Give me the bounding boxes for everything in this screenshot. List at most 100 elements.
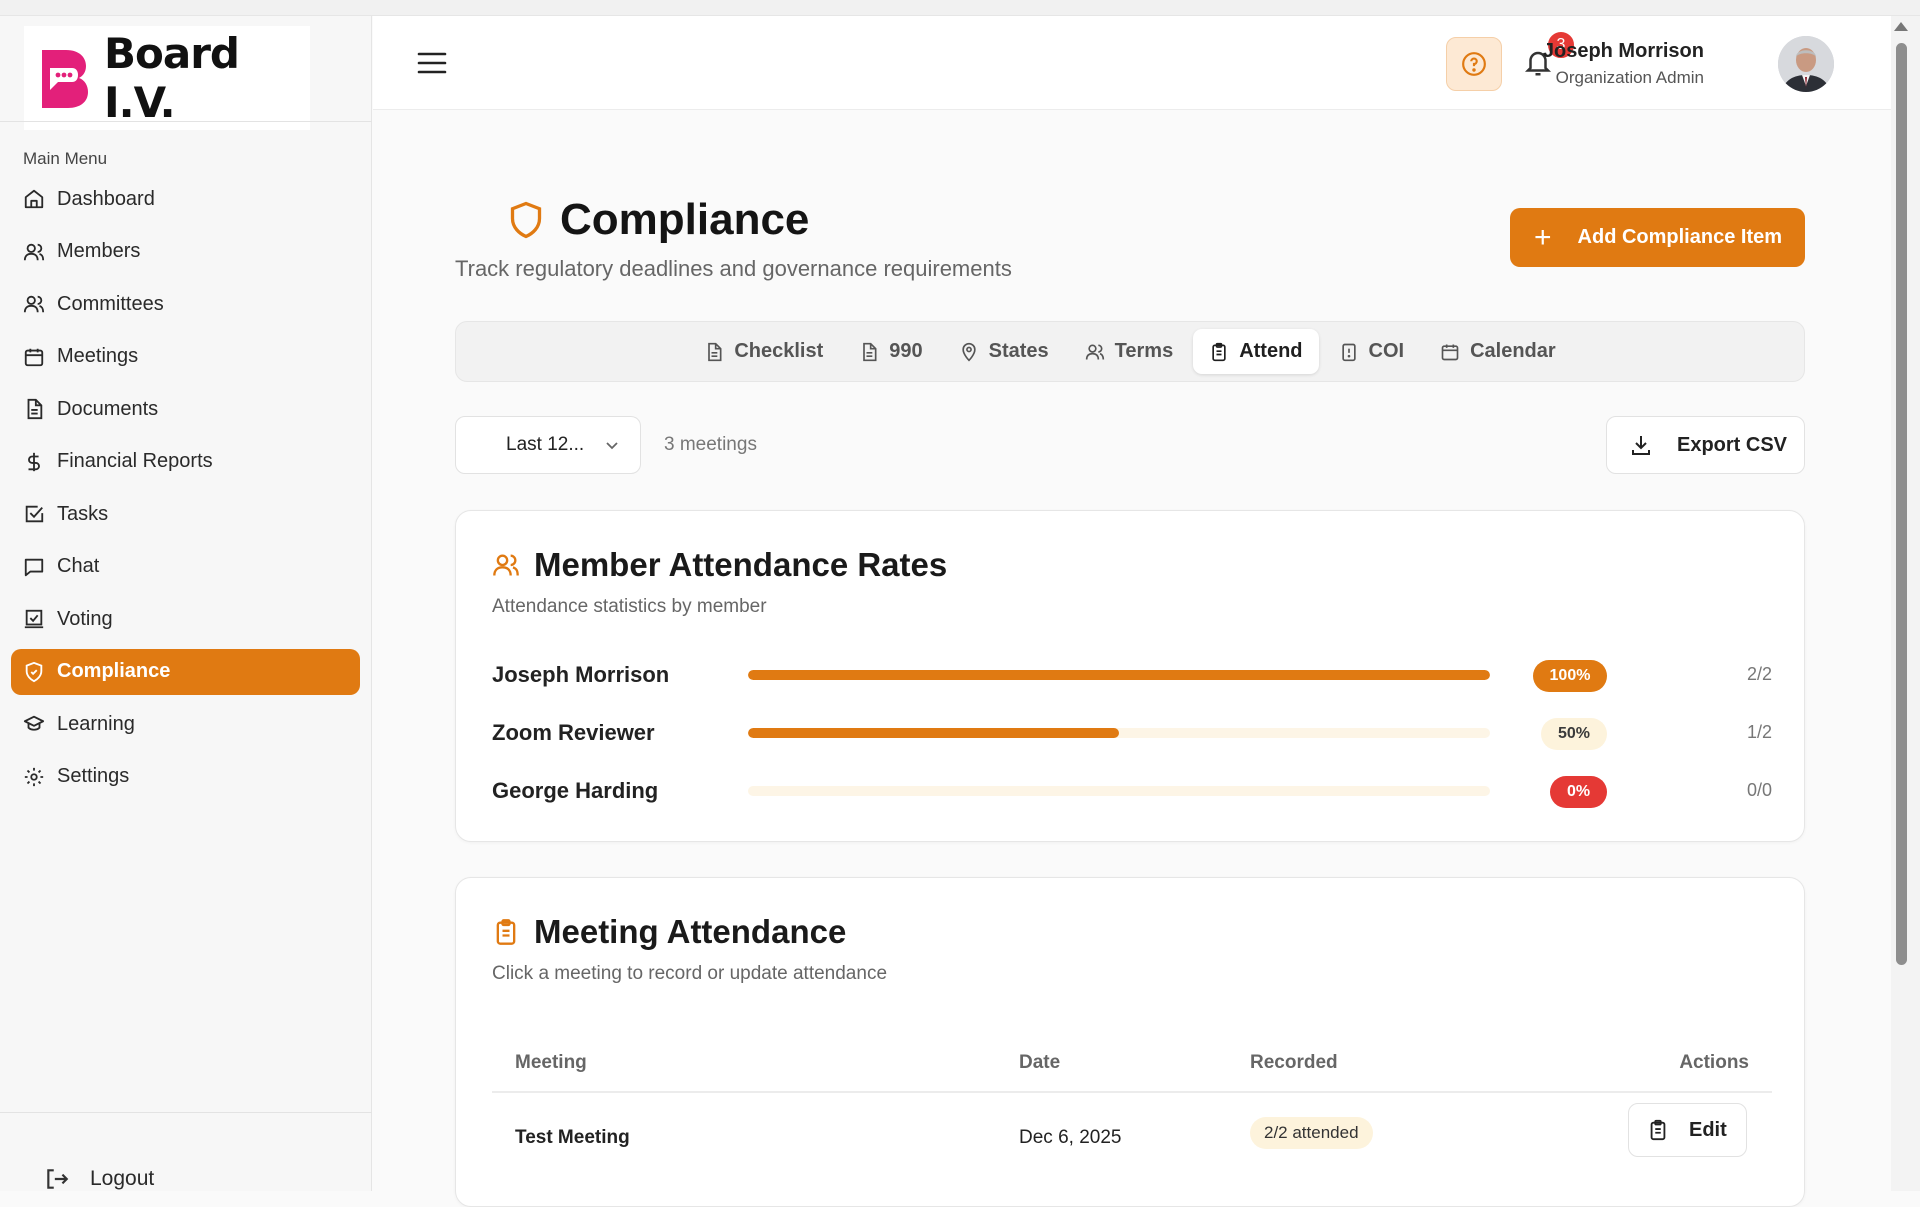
shield-icon bbox=[510, 201, 542, 239]
document-icon bbox=[863, 342, 877, 361]
card-title: Meeting Attendance bbox=[492, 913, 846, 951]
card-subtitle: Click a meeting to record or update atte… bbox=[492, 963, 888, 984]
sidebar-item-label: Committees bbox=[57, 292, 164, 315]
page-title: Compliance bbox=[508, 195, 809, 245]
sidebar-item-financial-reports[interactable]: Financial Reports bbox=[11, 439, 360, 485]
member-attendance-card: Member Attendance Rates Attendance stati… bbox=[455, 510, 1805, 842]
scroll-up-arrow[interactable] bbox=[1894, 22, 1908, 31]
meeting-attendance-card: Meeting Attendance Click a meeting to re… bbox=[455, 877, 1805, 1207]
sidebar-item-learning[interactable]: Learning bbox=[11, 701, 360, 747]
add-compliance-item-button[interactable]: + Add Compliance Item bbox=[1510, 208, 1805, 267]
tab-990[interactable]: 990 bbox=[843, 329, 938, 374]
gear-icon bbox=[24, 767, 44, 786]
hamburger-menu-icon[interactable] bbox=[417, 50, 447, 76]
sidebar-item-tasks[interactable]: Tasks bbox=[11, 491, 360, 537]
sidebar-item-label: Chat bbox=[57, 555, 100, 577]
attendance-ratio: 1/2 bbox=[1746, 722, 1772, 742]
sidebar-item-label: Voting bbox=[57, 607, 113, 630]
users-icon bbox=[23, 295, 45, 313]
sidebar-bottom-divider bbox=[0, 1112, 372, 1113]
dollar-icon bbox=[28, 452, 40, 471]
sidebar-item-meetings[interactable]: Meetings bbox=[11, 334, 360, 380]
sidebar-item-documents[interactable]: Documents bbox=[11, 386, 360, 432]
compliance-tabs: Checklist 990 States Terms Attend COI Ca… bbox=[455, 321, 1805, 382]
logout-icon bbox=[47, 1169, 69, 1189]
tab-label: COI bbox=[1368, 340, 1405, 362]
clipboard-icon bbox=[1212, 342, 1226, 361]
alert-file-icon bbox=[1341, 343, 1356, 361]
attendance-rate-pill: 100% bbox=[1533, 660, 1607, 692]
meeting-date: Dec 6, 2025 bbox=[1019, 1127, 1122, 1148]
sidebar-item-compliance[interactable]: Compliance bbox=[11, 648, 360, 695]
tab-checklist[interactable]: Checklist bbox=[688, 329, 839, 374]
member-name: George Harding bbox=[492, 778, 659, 803]
shield-icon bbox=[25, 661, 43, 682]
download-icon bbox=[1632, 436, 1650, 455]
attendance-ratio: 0/0 bbox=[1746, 780, 1772, 800]
sidebar-item-label: Learning bbox=[57, 712, 135, 735]
attendance-rate-pill: 0% bbox=[1550, 776, 1607, 808]
member-name: Zoom Reviewer bbox=[492, 720, 655, 745]
column-header-meeting[interactable]: Meeting bbox=[515, 1052, 587, 1074]
attendance-bar bbox=[748, 670, 1490, 680]
edit-attendance-button[interactable]: Edit bbox=[1628, 1103, 1747, 1157]
help-button[interactable] bbox=[1446, 37, 1502, 91]
brand-logo-mark bbox=[36, 46, 90, 110]
table-row[interactable]: Test Meeting Dec 6, 2025 2/2 attended Ed… bbox=[492, 1098, 1772, 1178]
card-subtitle: Attendance statistics by member bbox=[492, 596, 767, 617]
tab-label: Terms bbox=[1114, 340, 1174, 362]
attendance-ratio: 2/2 bbox=[1746, 664, 1772, 684]
sidebar-item-settings[interactable]: Settings bbox=[11, 754, 360, 800]
sidebar-divider bbox=[0, 121, 372, 122]
column-header-date[interactable]: Date bbox=[1019, 1052, 1060, 1074]
sidebar-item-label: Dashboard bbox=[57, 187, 155, 210]
tab-attend[interactable]: Attend bbox=[1193, 329, 1319, 374]
sidebar-item-label: Compliance bbox=[57, 660, 171, 682]
calendar-icon bbox=[1441, 344, 1459, 360]
member-name: Joseph Morrison bbox=[492, 662, 670, 687]
sidebar-item-members[interactable]: Members bbox=[11, 229, 360, 275]
tab-calendar[interactable]: Calendar bbox=[1424, 329, 1572, 374]
attendance-bar bbox=[748, 786, 1490, 796]
export-csv-button[interactable]: Export CSV bbox=[1606, 416, 1805, 474]
period-select[interactable]: Last 12... bbox=[455, 416, 641, 474]
map-pin-icon bbox=[961, 342, 976, 362]
sidebar-item-committees[interactable]: Committees bbox=[11, 281, 360, 327]
tab-label: States bbox=[988, 340, 1049, 362]
add-button-label: Add Compliance Item bbox=[1577, 226, 1783, 248]
calendar-icon bbox=[24, 348, 44, 366]
tab-label: Calendar bbox=[1470, 340, 1556, 362]
checkbox-icon bbox=[25, 505, 44, 523]
document-icon bbox=[708, 342, 722, 361]
edit-label: Edit bbox=[1689, 1118, 1727, 1141]
clipboard-icon bbox=[496, 919, 516, 945]
column-header-recorded[interactable]: Recorded bbox=[1250, 1052, 1338, 1074]
brand-logo[interactable]: Board I.V. bbox=[24, 26, 310, 130]
sidebar-item-label: Meetings bbox=[57, 345, 139, 367]
scrollbar-thumb[interactable] bbox=[1896, 43, 1907, 965]
user-role: Organization Admin bbox=[1555, 68, 1704, 87]
brand-name: Board I.V. bbox=[104, 29, 240, 127]
attendance-bar-fill bbox=[748, 670, 1490, 680]
recorded-badge: 2/2 attended bbox=[1250, 1117, 1373, 1149]
plus-icon: + bbox=[1534, 220, 1552, 254]
sidebar: Board I.V. Main Menu Dashboard Members C… bbox=[0, 16, 372, 1191]
attendance-row: Zoom Reviewer 50% 1/2 bbox=[492, 713, 1772, 753]
card-title-text: Meeting Attendance bbox=[534, 913, 847, 950]
sidebar-item-dashboard[interactable]: Dashboard bbox=[11, 176, 360, 222]
user-name[interactable]: Joseph Morrison bbox=[1543, 40, 1704, 63]
meeting-name[interactable]: Test Meeting bbox=[515, 1127, 630, 1149]
tab-coi[interactable]: COI bbox=[1323, 329, 1421, 374]
attendance-row: Joseph Morrison 100% 2/2 bbox=[492, 655, 1772, 695]
avatar[interactable] bbox=[1778, 36, 1834, 92]
logout-button[interactable]: Logout bbox=[44, 1166, 154, 1192]
tab-states[interactable]: States bbox=[943, 329, 1065, 374]
main-content: Compliance Track regulatory deadlines an… bbox=[373, 111, 1891, 1207]
vote-icon bbox=[24, 609, 44, 629]
tab-terms[interactable]: Terms bbox=[1069, 329, 1190, 374]
tab-label: Attend bbox=[1239, 340, 1303, 362]
logout-label: Logout bbox=[90, 1167, 155, 1190]
sidebar-item-voting[interactable]: Voting bbox=[11, 596, 360, 642]
sidebar-item-chat[interactable]: Chat bbox=[11, 544, 360, 590]
sidebar-item-label: Financial Reports bbox=[57, 450, 213, 472]
